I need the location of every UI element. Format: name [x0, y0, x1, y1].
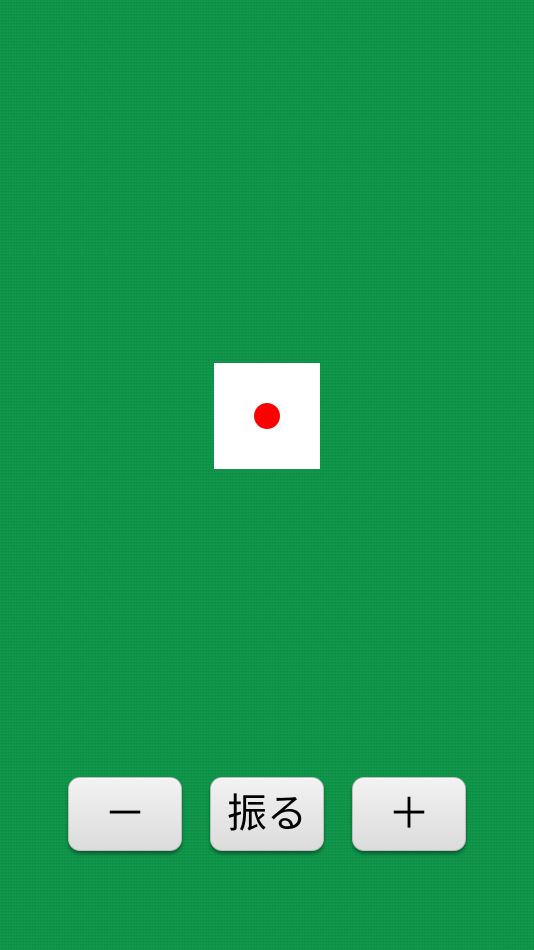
die-pip — [254, 403, 280, 429]
decrease-dice-label: － — [103, 789, 146, 838]
roll-button[interactable]: 振る — [210, 777, 324, 851]
increase-dice-label: ＋ — [387, 789, 430, 838]
game-table: － 振る ＋ — [0, 0, 534, 950]
increase-dice-button[interactable]: ＋ — [352, 777, 466, 851]
roll-button-label: 振る — [227, 791, 307, 837]
decrease-dice-button[interactable]: － — [68, 777, 182, 851]
die[interactable] — [214, 363, 320, 469]
